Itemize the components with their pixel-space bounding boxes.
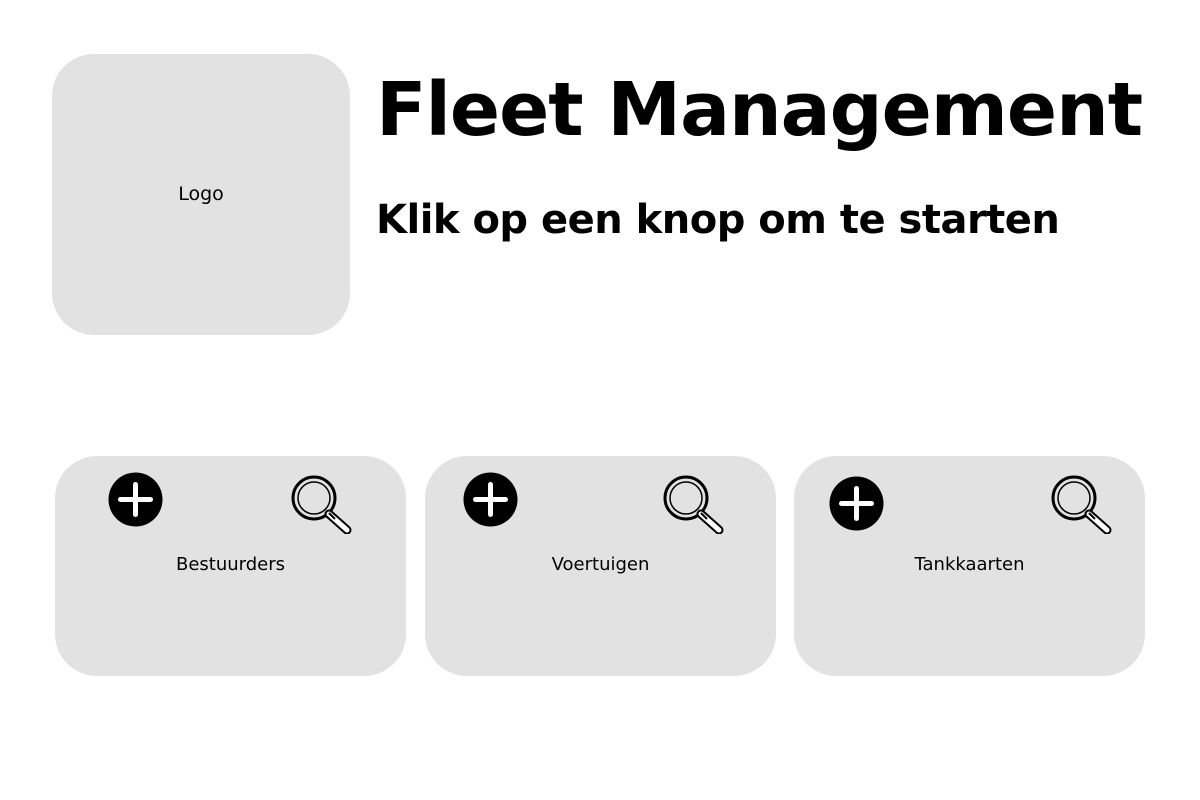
card-label: Tankkaarten [914,554,1025,575]
search-icon[interactable] [662,474,724,534]
add-icon[interactable] [829,476,884,531]
add-icon[interactable] [463,472,518,527]
card-bestuurders[interactable]: Bestuurders [55,456,406,676]
page-title: Fleet Management [376,67,1143,153]
search-icon[interactable] [1050,474,1112,534]
logo-label: Logo [178,182,224,205]
card-label: Bestuurders [175,554,286,575]
card-label: Voertuigen [551,554,650,575]
search-icon[interactable] [290,474,352,534]
add-icon[interactable] [108,472,163,527]
page-subtitle: Klik op een knop om te starten [376,197,1060,243]
page: Logo Fleet Management Klik op een knop o… [0,0,1200,800]
logo-placeholder: Logo [52,54,350,335]
card-tankkaarten[interactable]: Tankkaarten [794,456,1145,676]
card-voertuigen[interactable]: Voertuigen [425,456,776,676]
